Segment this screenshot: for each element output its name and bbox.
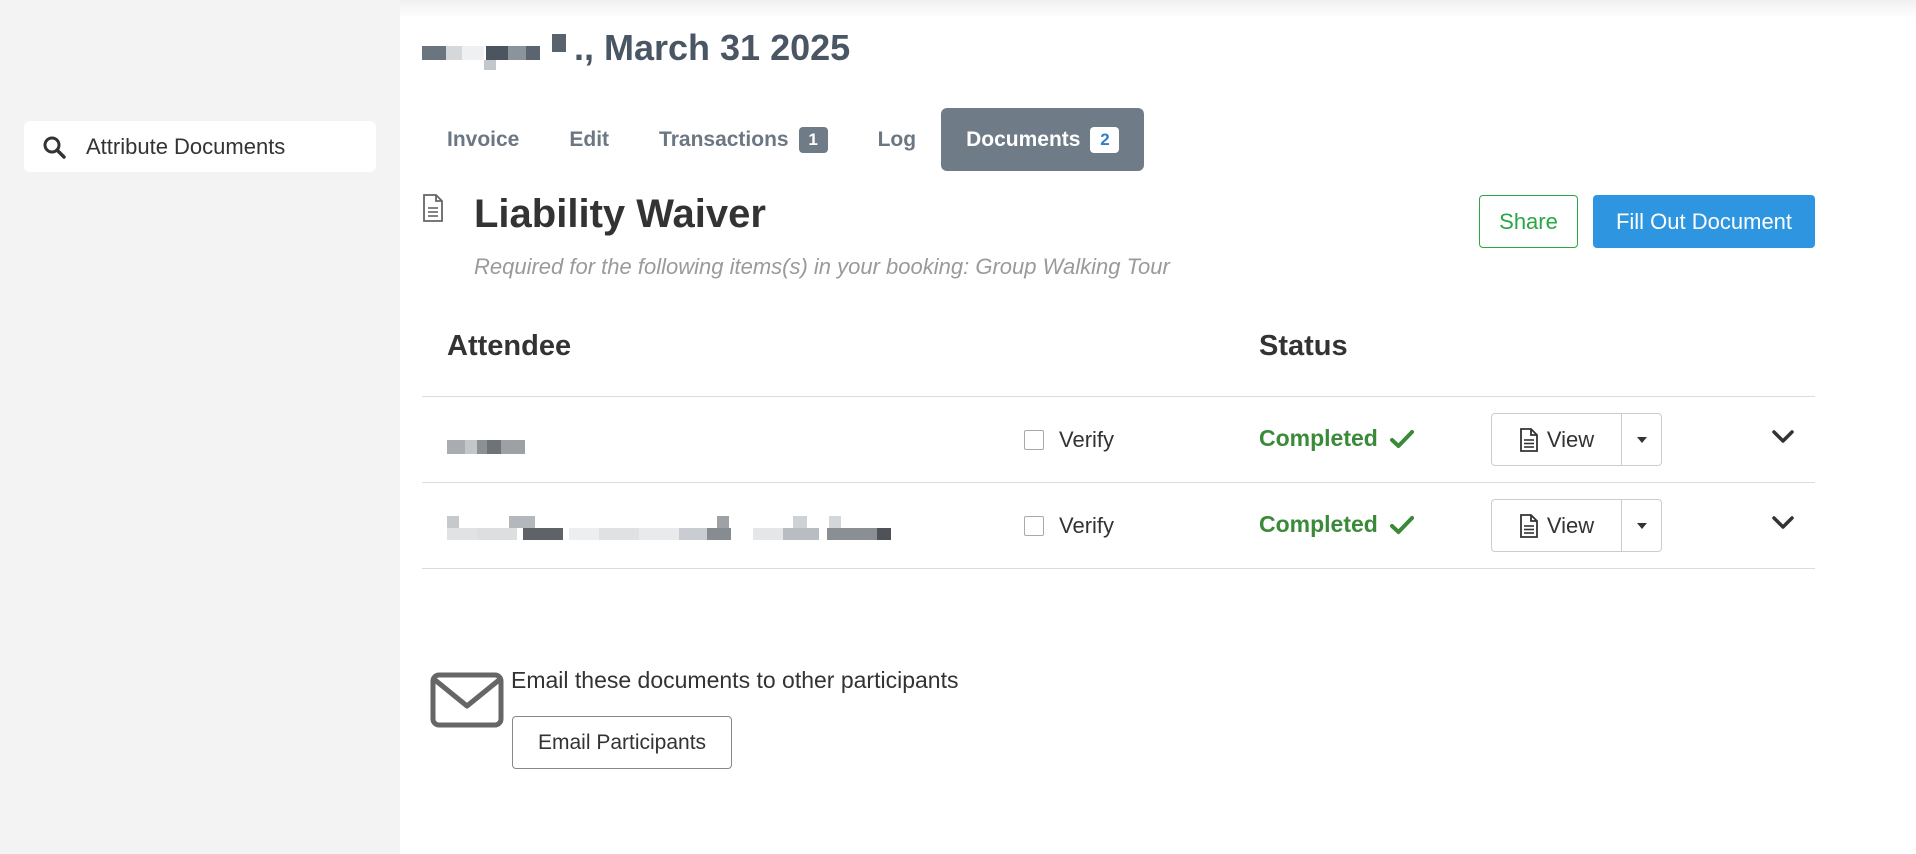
table-divider xyxy=(422,568,1815,569)
view-dropdown-toggle[interactable] xyxy=(1622,413,1662,466)
tab-log[interactable]: Log xyxy=(853,108,941,171)
search-icon xyxy=(43,136,66,159)
checkmark-icon xyxy=(1389,429,1414,448)
document-subtitle: Required for the following items(s) in y… xyxy=(474,254,1170,279)
search-label: Attribute Documents xyxy=(86,133,286,159)
status-text: Completed xyxy=(1259,425,1378,451)
tab-transactions[interactable]: Transactions 1 xyxy=(634,108,853,171)
status-completed: Completed xyxy=(1259,425,1414,452)
redacted-attendee-name xyxy=(447,516,897,540)
view-button[interactable]: View xyxy=(1491,499,1622,552)
tab-documents[interactable]: Documents 2 xyxy=(941,108,1145,171)
documents-count-badge: 2 xyxy=(1090,126,1120,153)
tab-bar: Invoice Edit Transactions 1 Log Documents… xyxy=(422,108,1145,171)
tab-transactions-label: Transactions xyxy=(659,127,789,151)
share-button[interactable]: Share xyxy=(1479,195,1578,248)
verify-control[interactable]: Verify xyxy=(1024,513,1114,539)
document-icon xyxy=(423,194,443,222)
verify-checkbox[interactable] xyxy=(1024,516,1044,536)
file-text-icon xyxy=(1519,513,1538,538)
checkmark-icon xyxy=(1389,515,1414,534)
attendee-header: Attendee xyxy=(447,330,572,362)
verify-label: Verify xyxy=(1059,513,1115,538)
status-completed: Completed xyxy=(1259,511,1414,538)
table-row: Verify Completed View xyxy=(422,396,1815,482)
view-label: View xyxy=(1546,426,1595,452)
chevron-down-icon[interactable] xyxy=(1772,429,1794,445)
status-text: Completed xyxy=(1259,511,1378,537)
fill-out-document-button[interactable]: Fill Out Document xyxy=(1593,195,1815,248)
file-text-icon xyxy=(1519,427,1538,452)
chevron-down-icon[interactable] xyxy=(1772,515,1794,531)
email-instructions: Email these documents to other participa… xyxy=(511,667,959,693)
tab-edit[interactable]: Edit xyxy=(544,108,634,171)
top-shade xyxy=(400,0,1916,18)
redacted-name xyxy=(422,28,570,70)
document-title: Liability Waiver xyxy=(474,192,766,236)
verify-checkbox[interactable] xyxy=(1024,430,1044,450)
tab-edit-label: Edit xyxy=(569,127,610,151)
view-label: View xyxy=(1546,512,1595,538)
redacted-attendee-name xyxy=(447,440,525,454)
status-header: Status xyxy=(1259,330,1348,362)
view-button-group: View xyxy=(1491,413,1662,466)
tab-documents-label: Documents xyxy=(966,127,1081,151)
envelope-icon xyxy=(430,672,504,728)
page-title-text: ., March 31 2025 xyxy=(574,27,851,68)
tab-invoice[interactable]: Invoice xyxy=(422,108,544,171)
table-row: Verify Completed View xyxy=(422,482,1815,568)
attribute-documents-search[interactable]: Attribute Documents xyxy=(24,121,376,172)
caret-down-icon xyxy=(1636,522,1647,529)
page-title: ., March 31 2025 xyxy=(422,26,850,70)
transactions-count-badge: 1 xyxy=(798,126,828,153)
sidebar: Attribute Documents xyxy=(0,0,400,854)
view-dropdown-toggle[interactable] xyxy=(1622,499,1662,552)
verify-label: Verify xyxy=(1059,427,1115,452)
view-button[interactable]: View xyxy=(1491,413,1622,466)
tab-invoice-label: Invoice xyxy=(447,127,520,151)
verify-control[interactable]: Verify xyxy=(1024,427,1114,453)
email-participants-button[interactable]: Email Participants xyxy=(512,716,732,769)
view-button-group: View xyxy=(1491,499,1662,552)
tab-log-label: Log xyxy=(877,127,917,151)
caret-down-icon xyxy=(1636,436,1647,443)
